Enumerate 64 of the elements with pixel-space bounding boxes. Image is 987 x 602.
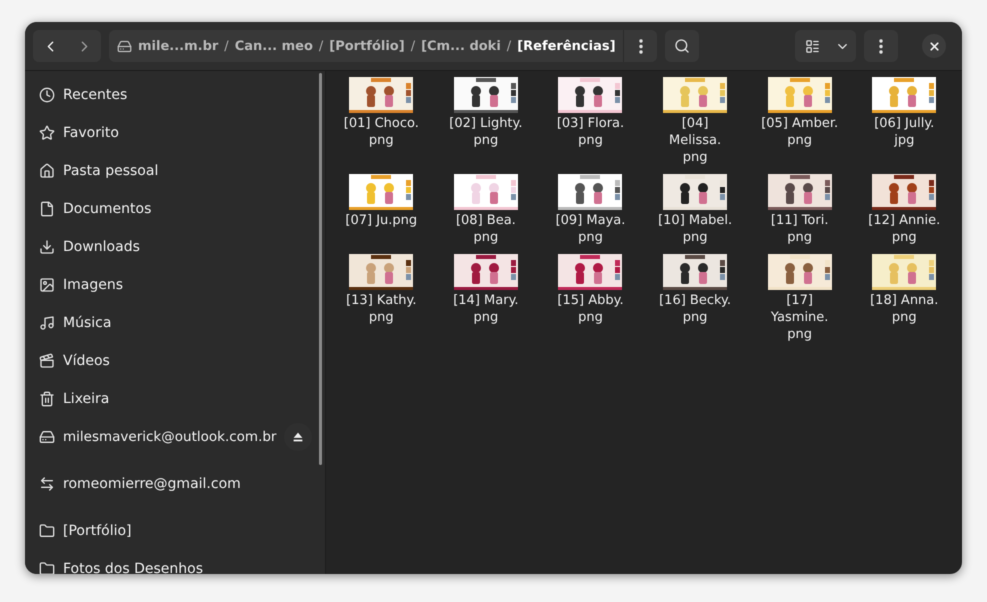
home-icon xyxy=(39,163,55,179)
more-icon xyxy=(638,38,642,54)
sidebar-item[interactable]: Downloads xyxy=(31,228,315,266)
list-view-icon xyxy=(804,38,820,54)
sidebar-item[interactable]: Recentes xyxy=(31,76,315,114)
sidebar-item[interactable]: Vídeos xyxy=(31,342,315,380)
drive-icon xyxy=(39,429,55,445)
file-name[interactable]: [04] Melissa. png xyxy=(669,115,722,166)
folder-icon xyxy=(39,523,55,539)
path-separator: / xyxy=(410,38,416,54)
trash-icon xyxy=(39,391,55,407)
file-name[interactable]: [16] Becky. png xyxy=(659,292,732,326)
sidebar-item[interactable]: Música xyxy=(31,304,315,342)
sidebar-item[interactable]: Imagens xyxy=(31,266,315,304)
menu-icon xyxy=(879,38,883,54)
file-name[interactable]: [03] Flora. png xyxy=(556,115,624,149)
sidebar-item[interactable]: romeomierre@gmail.com xyxy=(31,465,315,503)
sidebar-item[interactable]: Lixeira xyxy=(31,380,315,418)
eject-button[interactable] xyxy=(284,423,312,451)
menu-button[interactable] xyxy=(864,30,898,62)
path-crumb[interactable]: [Portfólio] xyxy=(329,38,405,54)
sidebar-item[interactable]: Documentos xyxy=(31,190,315,228)
folder-icon xyxy=(39,561,55,574)
file-name[interactable]: [09] Maya. png xyxy=(556,212,626,246)
path-crumb[interactable]: Can... meo xyxy=(234,38,313,54)
path-separator: / xyxy=(224,38,229,54)
file-name[interactable]: [17] Yasmine. png xyxy=(770,292,828,343)
file-name[interactable]: [11] Tori. png xyxy=(770,212,828,246)
search-icon xyxy=(674,38,690,54)
drive-icon xyxy=(117,38,132,54)
close-icon xyxy=(928,40,940,52)
download-icon xyxy=(39,239,55,255)
sidebar-item[interactable]: milesmaverick@outlook.com.br xyxy=(31,418,315,456)
network-icon xyxy=(39,476,55,492)
film-icon xyxy=(39,353,55,369)
sidebar-item[interactable]: [Portfólio] xyxy=(31,512,315,550)
image-icon xyxy=(39,277,55,293)
file-name[interactable]: [01] Choco. png xyxy=(344,115,419,149)
path-separator: / xyxy=(318,38,324,54)
file-name[interactable]: [07] Ju.png xyxy=(345,212,418,229)
close-button[interactable] xyxy=(922,34,946,58)
file-name[interactable]: [08] Bea. png xyxy=(456,212,516,246)
path-separator: / xyxy=(506,38,512,54)
document-icon xyxy=(39,201,55,217)
file-name[interactable]: [15] Abby. png xyxy=(557,292,624,326)
path-crumb[interactable]: [Cm... doki xyxy=(421,38,501,54)
music-icon xyxy=(39,315,55,331)
file-name[interactable]: [12] Annie. png xyxy=(868,212,940,246)
sidebar-item[interactable]: Pasta pessoal xyxy=(31,152,315,190)
path-crumb[interactable]: mile...m.br xyxy=(138,38,218,54)
file-name[interactable]: [05] Amber. png xyxy=(761,115,838,149)
file-name[interactable]: [18] Anna. png xyxy=(870,292,938,326)
file-name[interactable]: [06] Jully. jpg xyxy=(874,115,934,149)
file-name[interactable]: [14] Mary. png xyxy=(453,292,519,326)
path-crumb[interactable]: [Referências] xyxy=(517,38,616,54)
search-button[interactable] xyxy=(665,30,699,62)
file-name[interactable]: [10] Mabel. png xyxy=(658,212,732,246)
sidebar-item[interactable]: Fotos dos Desenhos xyxy=(31,550,315,574)
clock-icon xyxy=(39,87,55,103)
file-name[interactable]: [02] Lighty. png xyxy=(449,115,522,149)
sidebar-item[interactable]: Favorito xyxy=(31,114,315,152)
file-name[interactable]: [13] Kathy. png xyxy=(346,292,416,326)
star-icon xyxy=(39,125,55,141)
eject-icon xyxy=(291,430,306,444)
